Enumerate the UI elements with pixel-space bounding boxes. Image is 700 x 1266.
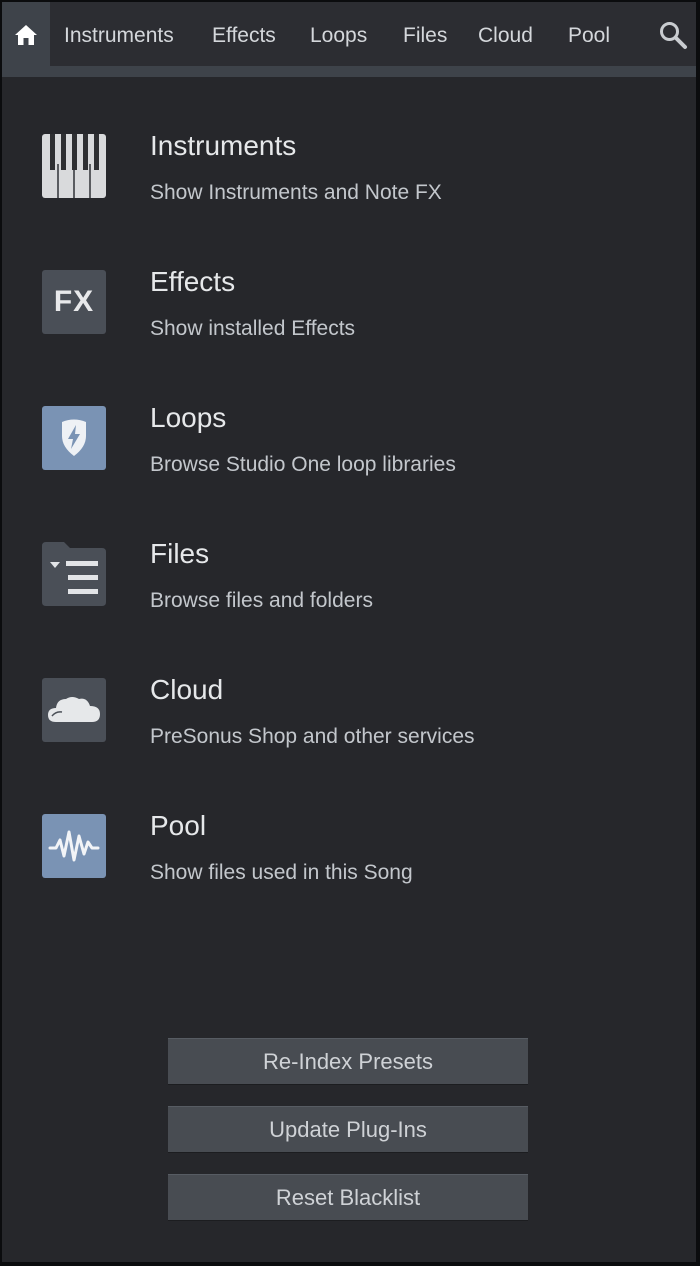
row-instruments[interactable]: Instruments Show Instruments and Note FX — [2, 130, 696, 244]
row-title: Files — [150, 538, 210, 569]
cloud-icon — [42, 678, 106, 742]
row-title: Cloud — [150, 674, 224, 705]
row-description: PreSonus Shop and other services — [150, 725, 475, 748]
home-icon — [15, 25, 37, 45]
piano-keys-icon — [42, 134, 106, 198]
row-title: Loops — [150, 402, 227, 433]
loops-shield-icon — [42, 406, 106, 470]
row-title: Effects — [150, 266, 236, 297]
row-description: Show installed Effects — [150, 317, 356, 340]
row-description: Show files used in this Song — [150, 861, 413, 884]
folder-list-icon — [42, 542, 106, 606]
fx-icon-label: FX — [53, 285, 95, 318]
row-description: Browse files and folders — [150, 589, 373, 612]
reindex-presets-button[interactable]: Re-Index Presets — [168, 1038, 528, 1085]
row-pool[interactable]: Pool Show files used in this Song — [2, 810, 696, 924]
update-plugins-button[interactable]: Update Plug-Ins — [168, 1106, 528, 1153]
row-description: Browse Studio One loop libraries — [150, 453, 456, 476]
row-effects[interactable]: FX Effects Show installed Effects — [2, 266, 696, 380]
row-description: Show Instruments and Note FX — [150, 181, 442, 204]
reset-blacklist-button[interactable]: Reset Blacklist — [168, 1174, 528, 1221]
tab-effects[interactable]: Effects — [212, 21, 276, 51]
tab-pool[interactable]: Pool — [568, 21, 610, 51]
tab-loops[interactable]: Loops — [310, 21, 367, 51]
search-icon — [660, 22, 687, 49]
row-files[interactable]: Files Browse files and folders — [2, 538, 696, 652]
fx-icon: FX — [42, 270, 106, 334]
row-loops[interactable]: Loops Browse Studio One loop libraries — [2, 402, 696, 516]
browser-panel: Instruments Effects Loops Files Cloud Po… — [2, 2, 696, 1262]
row-title: Instruments — [150, 130, 297, 161]
search-button[interactable] — [658, 20, 690, 52]
browser-tab-bar: Instruments Effects Loops Files Cloud Po… — [2, 2, 696, 77]
tab-cloud[interactable]: Cloud — [478, 21, 533, 51]
tab-files[interactable]: Files — [403, 21, 447, 51]
row-cloud[interactable]: Cloud PreSonus Shop and other services — [2, 674, 696, 788]
tab-bar-underline — [2, 66, 696, 77]
row-title: Pool — [150, 810, 207, 841]
tab-instruments[interactable]: Instruments — [64, 21, 174, 51]
waveform-icon — [42, 814, 106, 878]
